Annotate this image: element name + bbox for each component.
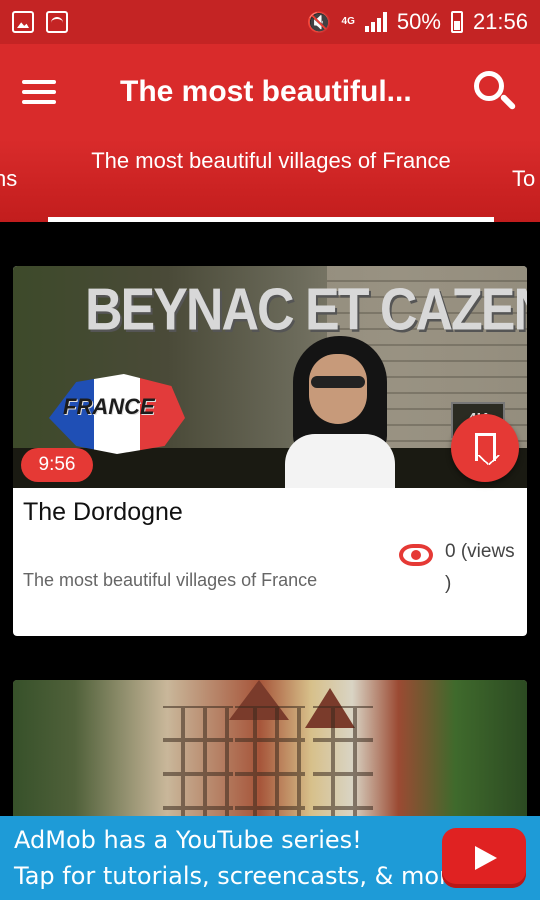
video-thumbnail[interactable] <box>13 680 527 816</box>
video-category: The most beautiful villages of France <box>23 570 318 590</box>
ad-description: Tap for tutorials, screencasts, & more. <box>14 862 471 890</box>
network-type: 4G <box>341 16 355 27</box>
bookmark-icon <box>475 433 499 465</box>
ad-banner[interactable]: AdMob has a YouTube series! Tap for tuto… <box>0 816 540 900</box>
menu-icon[interactable] <box>22 80 56 104</box>
view-count: 0 (views ) <box>445 541 515 594</box>
clock: 21:56 <box>472 9 528 34</box>
video-title: The Dordogne <box>23 498 183 526</box>
tab-previous[interactable]: ns <box>0 166 17 192</box>
ad-headline: AdMob has a YouTube series! <box>14 826 362 854</box>
battery-percent: 50% <box>396 9 441 34</box>
video-card[interactable]: BEYNAC ET CAZENAC FRANCE 4K 9:56 The Dor… <box>13 266 527 636</box>
page-title: The most beautiful... <box>120 75 412 108</box>
signal-icon <box>364 12 387 32</box>
search-icon[interactable] <box>472 69 518 115</box>
video-thumbnail[interactable]: BEYNAC ET CAZENAC FRANCE 4K 9:56 <box>13 266 527 488</box>
thumbnail-title-text: BEYNAC ET CAZENAC <box>85 276 527 344</box>
app-bar: The most beautiful... <box>0 44 540 140</box>
wifi-notification-icon <box>46 11 68 33</box>
eye-icon <box>399 544 433 566</box>
status-bar: 🔇 4G 50% 21:56 <box>0 0 540 44</box>
presenter-image <box>275 336 425 488</box>
category-tabs: ns The most beautiful villages of France… <box>0 140 540 222</box>
battery-icon <box>450 11 463 33</box>
thumbnail-flag-label: FRANCE <box>63 394 155 419</box>
video-feed[interactable]: BEYNAC ET CAZENAC FRANCE 4K 9:56 The Dor… <box>0 222 540 816</box>
video-info[interactable]: The Dordogne The most beautiful villages… <box>13 488 527 636</box>
vibrate-icon: 🔇 <box>306 11 332 34</box>
youtube-play-icon[interactable] <box>442 828 526 888</box>
tab-most-beautiful-villages[interactable]: The most beautiful villages of France <box>48 142 494 180</box>
video-card[interactable] <box>13 680 527 816</box>
gallery-notification-icon <box>12 11 34 33</box>
tab-next[interactable]: To <box>512 166 540 192</box>
duration-badge: 9:56 <box>21 448 93 482</box>
bookmark-button[interactable] <box>451 414 519 482</box>
